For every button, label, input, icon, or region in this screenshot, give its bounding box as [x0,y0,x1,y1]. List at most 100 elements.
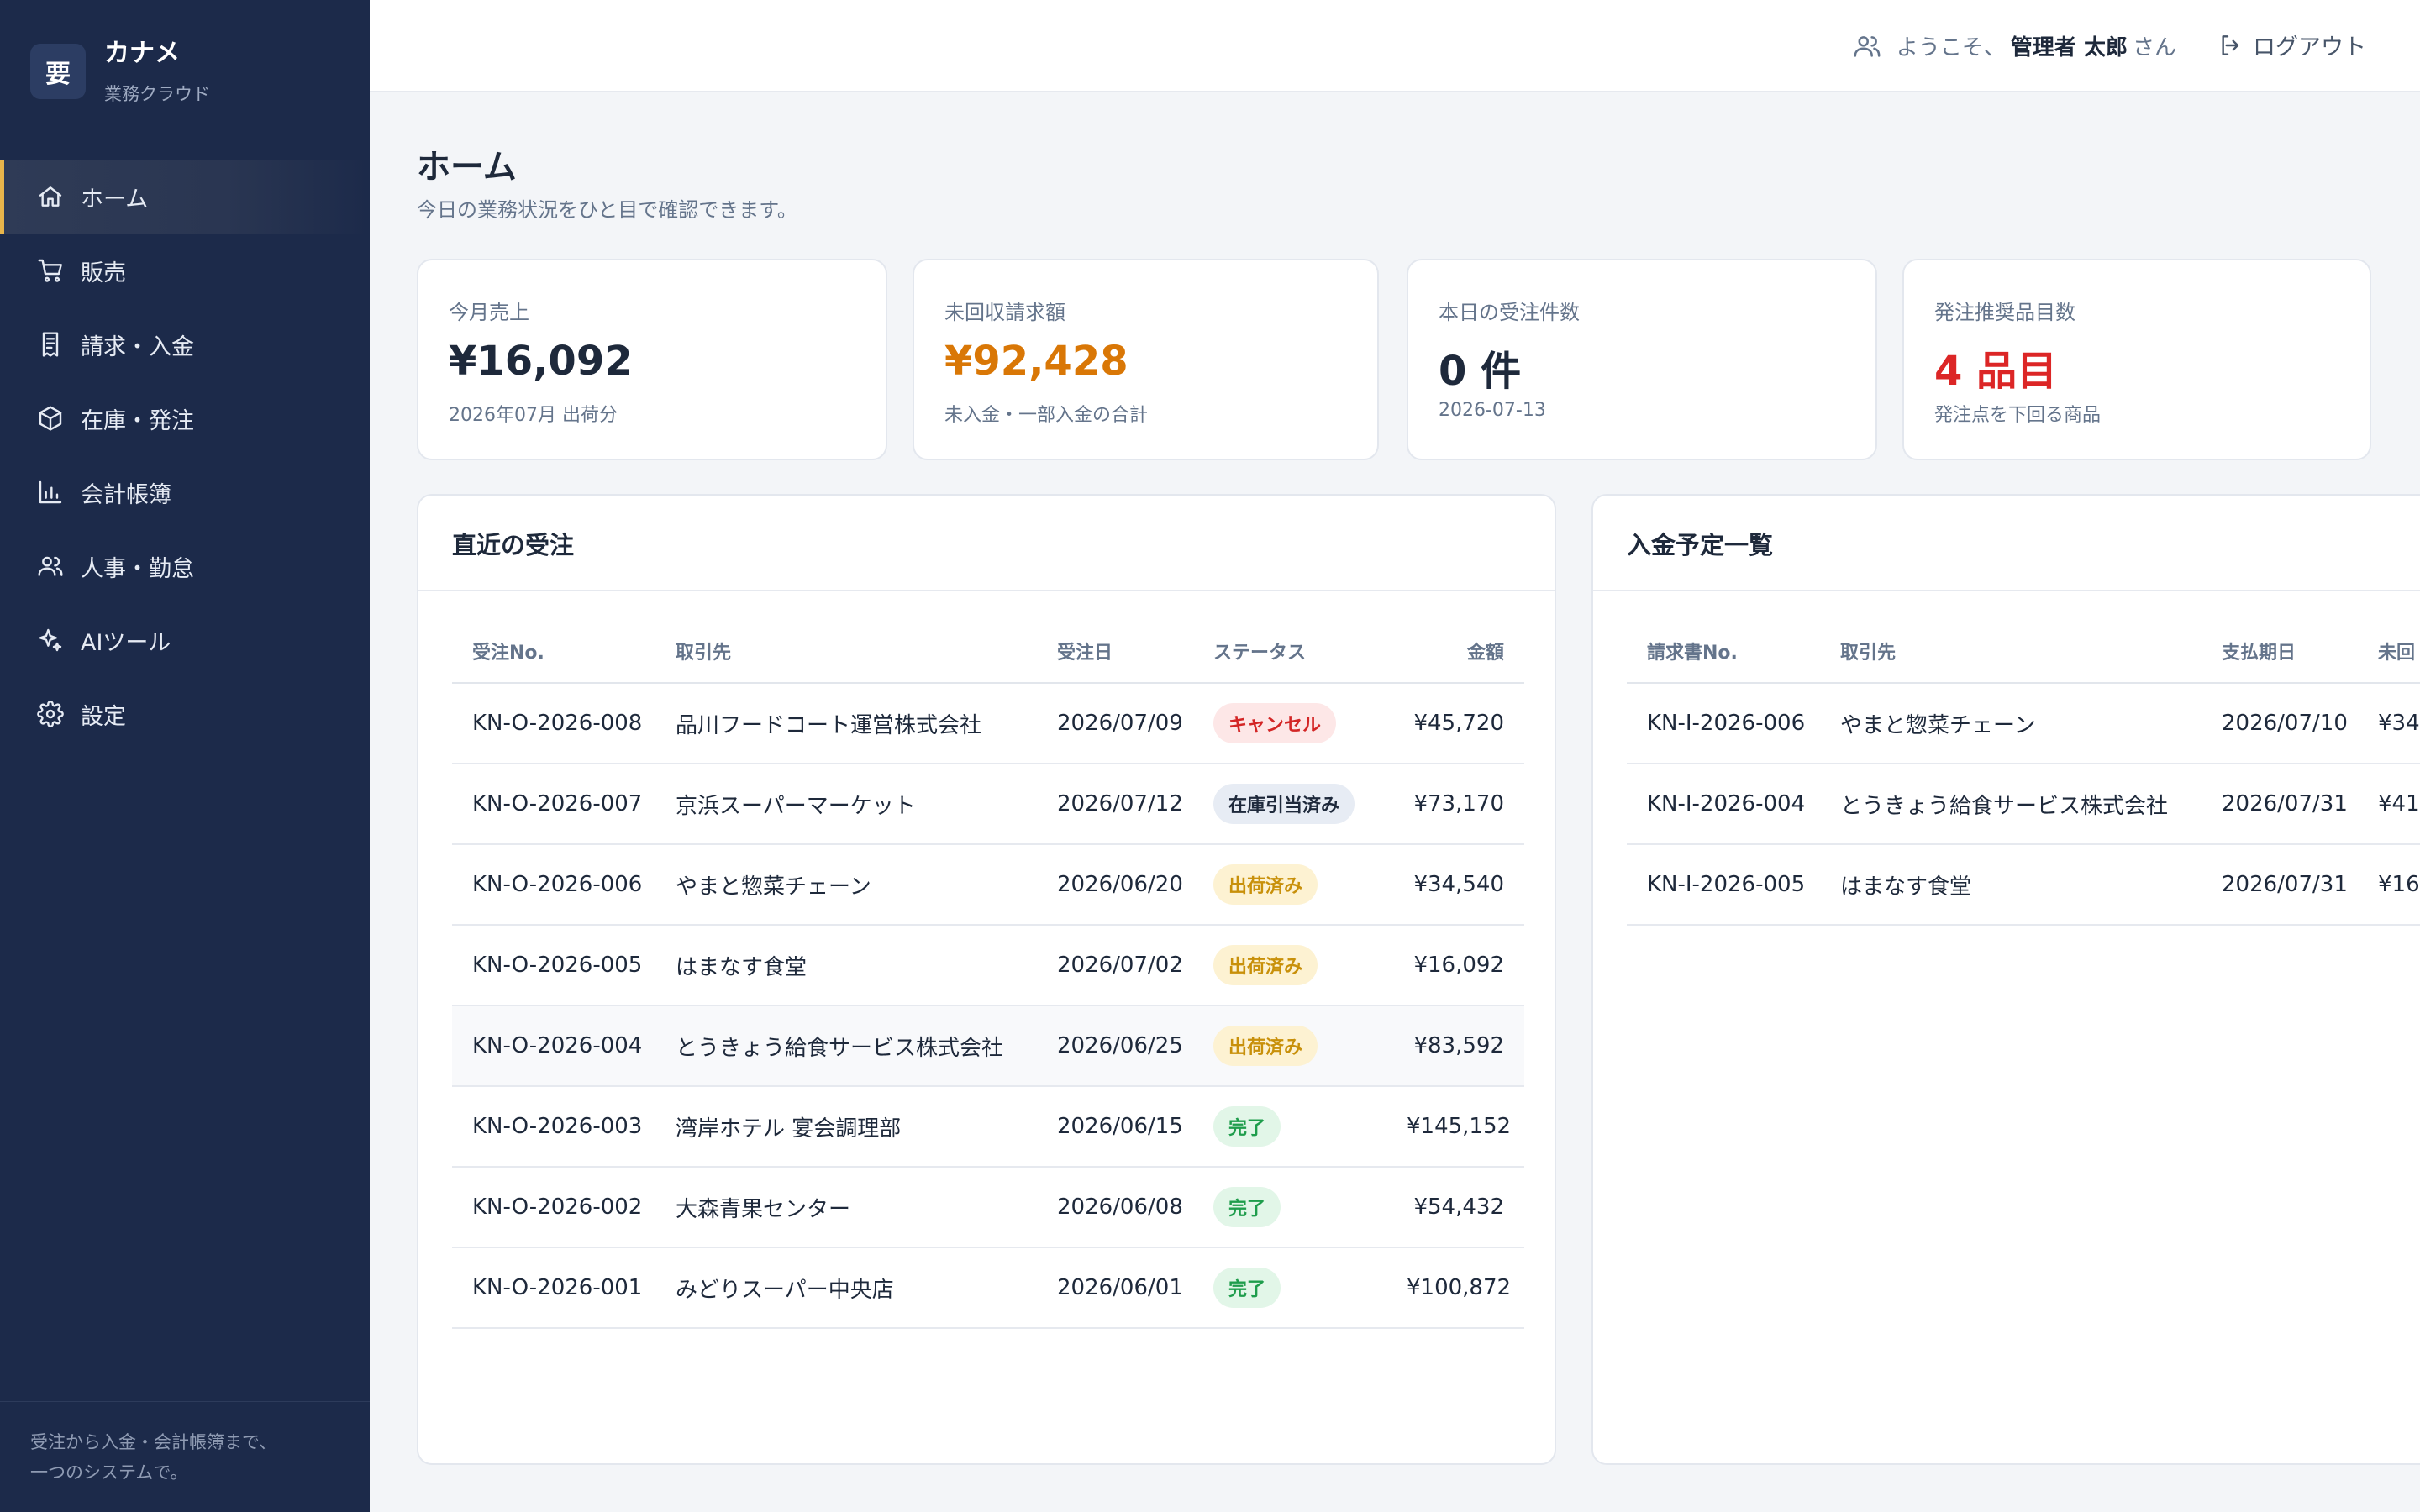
panel-header: 入金予定一覧 [1593,496,2420,591]
recent-orders-panel: 直近の受注 受注No. 取引先 受注日 ステータス 金額 KN-O-2026-0… [417,494,1556,1465]
client-cell: 京浜スーパーマーケット [655,764,1037,845]
client-cell: とうきょう給食サービス株式会社 [655,1005,1037,1087]
table-row[interactable]: KN-O-2026-003 湾岸ホテル 宴会調理部 2026/06/15 完了 ¥145… [452,1086,1524,1168]
stat-value: ¥16,092 [449,338,633,385]
table-row[interactable]: KN-O-2026-004 とうきょう給食サービス株式会社 2026/06/25 出荷… [452,1005,1524,1087]
sidebar-item-label: 会計帳簿 [81,481,171,508]
status-badge: 出荷済み [1213,945,1318,985]
amount-cell: ¥16,092 [1386,925,1524,1006]
table-row[interactable]: KN-O-2026-002 大森青果センター 2026/06/08 完了 ¥54,432 [452,1167,1524,1248]
order-date-cell: 2026/06/01 [1037,1247,1193,1329]
status-cell: 完了 [1193,1247,1386,1329]
amount-cell: ¥83,592 [1386,1005,1524,1087]
table-row[interactable]: KN-O-2026-006 やまと惣菜チェーン 2026/06/20 出荷済み ¥34,… [452,844,1524,926]
stat-card-monthly-sales[interactable]: 今月売上 ¥16,092 2026年07月 出荷分 [417,259,887,460]
amount-cell: ¥54,432 [1386,1167,1524,1248]
status-badge: 完了 [1213,1268,1281,1308]
sidebar-item-sales[interactable]: 販売 [0,234,370,307]
sidebar-item-billing[interactable]: 請求・入金 [0,307,370,381]
stat-value: 4 品目 [1934,348,2058,395]
client-cell: やまと惣菜チェーン [655,844,1037,926]
user-icon [1854,35,1881,57]
column-header[interactable]: 支払期日 [2202,620,2358,684]
outstanding-amount-cell: ¥16, [2358,844,2420,926]
sidebar-item-hr[interactable]: 人事・勤怠 [0,529,370,603]
brand[interactable]: 要 カナメ 業務クラウド [30,39,210,106]
stat-note: 発注点を下回る商品 [1934,405,2102,426]
sidebar-item-label: 人事・勤怠 [81,555,194,582]
table-row[interactable]: KN-O-2026-005 はまなす食堂 2026/07/02 出荷済み ¥16,092 [452,925,1524,1006]
status-badge: 在庫引当済み [1213,784,1355,824]
column-header[interactable]: 取引先 [1820,620,2202,684]
order-number-cell: KN-O-2026-004 [452,1005,655,1087]
sidebar-item-settings[interactable]: 設定 [0,677,370,751]
column-header[interactable]: 請求書No. [1627,620,1820,684]
sidebar-item-inventory[interactable]: 在庫・発注 [0,381,370,455]
payment-schedule-body: KN-I-2026-006やまと惣菜チェーン2026/07/10¥34,KN-I… [1627,683,2420,926]
invoice-number-cell: KN-I-2026-005 [1627,844,1820,926]
order-date-cell: 2026/06/08 [1037,1167,1193,1248]
status-cell: 出荷済み [1193,925,1386,1006]
user-name: 管理者 太郎 [2010,35,2128,60]
stat-card-reorder-items[interactable]: 発注推奨品目数 4 品目 発注点を下回る商品 [1902,259,2371,460]
table-row[interactable]: KN-I-2026-005はまなす食堂2026/07/31¥16, [1627,844,2420,926]
brand-logo: 要 [30,44,86,99]
status-cell: 出荷済み [1193,1005,1386,1087]
order-date-cell: 2026/06/20 [1037,844,1193,926]
table-row[interactable]: KN-O-2026-007 京浜スーパーマーケット 2026/07/12 在庫引当済み… [452,764,1524,845]
table-row[interactable]: KN-I-2026-004 とうきょう給食サービス株式会社 2026/07/31 ¥4… [1627,764,2420,845]
sidebar-item-label: 請求・入金 [81,333,194,360]
sidebar-item-label: 設定 [81,703,126,730]
sidebar-item-home[interactable]: ホーム [0,160,370,234]
box-icon [35,403,66,433]
order-number-cell: KN-O-2026-008 [452,683,655,764]
stat-label: 本日の受注件数 [1439,301,1580,324]
sidebar-item-label: AIツール [81,629,171,656]
client-cell: やまと惣菜チェーン [1820,683,2202,764]
sidebar-item-label: ホーム [81,186,149,213]
status-badge: キャンセル [1213,703,1337,743]
status-badge: 出荷済み [1213,1026,1318,1066]
stat-card-unpaid-invoices[interactable]: 未回収請求額 ¥92,428 未入金・一部入金の合計 [913,259,1379,460]
order-date-cell: 2026/06/25 [1037,1005,1193,1087]
table-row[interactable]: KN-I-2026-006やまと惣菜チェーン2026/07/10¥34, [1627,683,2420,764]
order-date-cell: 2026/06/15 [1037,1086,1193,1168]
stat-card-today-orders[interactable]: 本日の受注件数 0 件 2026-07-13 [1407,259,1877,460]
column-header[interactable]: 取引先 [655,620,1037,684]
welcome-prefix: ようこそ、 [1896,35,2006,60]
sidebar-item-label: 販売 [81,260,126,286]
order-date-cell: 2026/07/09 [1037,683,1193,764]
order-number-cell: KN-O-2026-001 [452,1247,655,1329]
stat-note: 未入金・一部入金の合計 [944,405,1149,426]
column-header[interactable]: 受注日 [1037,620,1193,684]
users-icon [35,551,66,581]
client-cell: はまなす食堂 [655,925,1037,1006]
column-header[interactable]: 受注No. [452,620,655,684]
table-row[interactable]: KN-O-2026-001 みどりスーパー中央店 2026/06/01 完了 ¥100,… [452,1247,1524,1329]
column-header[interactable]: 金額 [1386,620,1524,684]
column-header[interactable]: ステータス [1193,620,1386,684]
amount-cell: ¥145,152 [1386,1086,1524,1168]
stat-label: 今月売上 [449,301,529,324]
sidebar-item-accounting[interactable]: 会計帳簿 [0,455,370,529]
panel-header: 直近の受注 [418,496,1555,591]
table-row[interactable]: KN-O-2026-008 品川フードコート運営株式会社 2026/07/09 キャン… [452,683,1524,764]
order-number-cell: KN-O-2026-006 [452,844,655,926]
welcome-suffix: さん [2132,35,2176,60]
stat-label: 発注推奨品目数 [1934,301,2075,324]
sidebar-nav: ホーム 販売 請求・入金 在庫・発注 会計帳簿 人事・勤怠 AIツール 設定 [0,160,370,751]
panel-title: 入金予定一覧 [1627,531,1774,559]
app-root: 要 カナメ 業務クラウド ホーム 販売 請求・入金 在庫・発注 会計帳簿 人事・… [0,0,2420,1512]
column-header[interactable]: 未回 [2358,620,2420,684]
logout-label: ログアウト [2253,34,2366,60]
client-cell: 品川フードコート運営株式会社 [655,683,1037,764]
status-cell: 完了 [1193,1086,1386,1168]
status-cell: 出荷済み [1193,844,1386,926]
logout-button[interactable]: ログアウト [2217,29,2366,61]
table-header-row: 受注No. 取引先 受注日 ステータス 金額 [452,620,1524,684]
sidebar-item-label: 在庫・発注 [81,407,194,434]
sidebar-footer-line: 受注から入金・会計帳簿まで、 [30,1432,277,1452]
due-date-cell: 2026/07/31 [2202,764,2358,845]
order-number-cell: KN-O-2026-003 [452,1086,655,1168]
sidebar-item-ai-tools[interactable]: AIツール [0,603,370,677]
